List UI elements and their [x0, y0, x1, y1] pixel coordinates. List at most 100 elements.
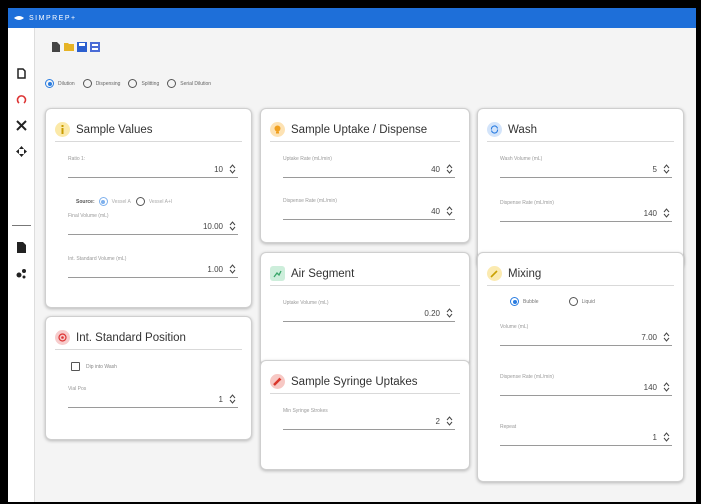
new-file-icon	[52, 41, 60, 52]
save-icon	[77, 41, 87, 52]
toolbar-save-button[interactable]	[77, 41, 87, 52]
syringe-icon	[270, 374, 285, 389]
field-label: Dispense Rate (mL/min)	[283, 198, 337, 204]
toolbar-open-button[interactable]	[64, 41, 74, 52]
field-value: 0.20	[424, 309, 440, 318]
toolbar	[51, 41, 100, 52]
sidebar-divider	[12, 225, 31, 226]
mixing-dispense-rate-field[interactable]: Dispense Rate (mL/min) 140	[500, 373, 672, 396]
mixing-repeat-field[interactable]: Repeat 1	[500, 423, 672, 446]
sidebar	[8, 28, 35, 502]
sidebar-new-file[interactable]	[8, 62, 35, 84]
card-title: Mixing	[508, 267, 542, 280]
min-syringe-strokes-field[interactable]: Min Syringe Strokes 2	[283, 407, 455, 430]
option-label: Bubble	[523, 298, 539, 305]
refresh-icon	[487, 122, 502, 137]
spinner-icon[interactable]	[229, 263, 236, 275]
spinner-icon[interactable]	[663, 431, 670, 443]
toolbar-new-button[interactable]	[51, 41, 61, 52]
card-header: Sample Values	[55, 118, 242, 142]
field-value: 10	[214, 165, 223, 174]
wash-card: Wash Wash Volume (mL) 5 Dispense Rate (m…	[477, 108, 684, 268]
radio-icon	[167, 79, 177, 88]
dip-into-wash-checkbox[interactable]: Dip into Wash	[71, 362, 117, 371]
sample-values-card: Sample Values Ratio 1: 10 Source: Vessel…	[45, 108, 252, 308]
spinner-icon[interactable]	[446, 163, 453, 175]
mode-label: Dilution	[58, 80, 75, 87]
final-volume-field[interactable]: Final Volume (mL) 10.00	[68, 212, 238, 235]
radio-selected-icon[interactable]	[98, 197, 108, 206]
uptake-rate-field[interactable]: Uptake Rate (mL/min) 40	[283, 155, 455, 178]
chart-icon	[270, 266, 285, 281]
open-folder-icon	[64, 43, 74, 51]
field-value: 7.00	[641, 333, 657, 342]
sidebar-document[interactable]	[8, 236, 35, 258]
spinner-icon[interactable]	[446, 307, 453, 319]
field-label: Dispense Rate (mL/min)	[500, 200, 554, 206]
field-label: Vial Pos	[68, 386, 87, 392]
vial-pos-field[interactable]: Vial Pos 1	[68, 385, 238, 408]
loop-icon	[16, 94, 27, 104]
field-label: Wash Volume (mL)	[500, 156, 543, 162]
spinner-icon[interactable]	[663, 381, 670, 393]
spinner-icon[interactable]	[229, 220, 236, 232]
spinner-icon[interactable]	[663, 207, 670, 219]
spinner-icon[interactable]	[663, 163, 670, 175]
option-label: Liquid	[581, 298, 595, 305]
radio-selected-icon	[45, 79, 54, 88]
mixing-card: Mixing Bubble Liquid Volume (mL) 7.00 Di…	[477, 252, 684, 482]
mode-label: Splitting	[141, 80, 160, 87]
sidebar-loop[interactable]	[8, 88, 35, 110]
spinner-icon[interactable]	[663, 331, 670, 343]
field-label: Repeat	[500, 424, 517, 430]
card-title: Sample Values	[76, 123, 153, 136]
spinner-icon[interactable]	[229, 163, 236, 175]
pen-icon	[487, 266, 502, 281]
card-title: Air Segment	[291, 267, 355, 280]
spinner-icon[interactable]	[229, 393, 236, 405]
mixing-bubble-option[interactable]: Bubble	[510, 297, 539, 306]
mode-serial-dilution[interactable]: Serial Dilution	[167, 79, 211, 88]
card-header: Wash	[487, 118, 674, 142]
wash-dispense-rate-field[interactable]: Dispense Rate (mL/min) 140	[500, 199, 672, 222]
field-value: 1.00	[207, 265, 223, 274]
mode-dilution[interactable]: Dilution	[45, 79, 75, 88]
sidebar-molecule[interactable]	[8, 262, 35, 284]
mode-dispensing[interactable]: Dispensing	[82, 79, 121, 88]
spinner-icon[interactable]	[446, 415, 453, 427]
radio-icon[interactable]	[135, 197, 145, 206]
mixing-volume-field[interactable]: Volume (mL) 7.00	[500, 323, 672, 346]
card-header: Sample Uptake / Dispense	[270, 118, 460, 142]
uptake-dispense-rate-field[interactable]: Dispense Rate (mL/min) 40	[283, 197, 455, 220]
radio-icon	[82, 79, 92, 88]
mixing-liquid-option[interactable]: Liquid	[568, 297, 595, 306]
mode-selector: Dilution Dispensing Splitting Serial Dil…	[45, 79, 219, 88]
document-icon	[17, 241, 26, 253]
card-header: Mixing	[487, 262, 674, 286]
source-label: Source:	[76, 198, 95, 205]
toolbar-save-all-button[interactable]	[90, 41, 100, 52]
air-uptake-volume-field[interactable]: Uptake Volume (mL) 0.20	[283, 299, 455, 322]
mode-label: Dispensing	[95, 80, 121, 87]
int-std-volume-field[interactable]: Int. Standard Volume (mL) 1.00	[68, 255, 238, 278]
field-value: 1	[218, 395, 223, 404]
field-value: 1	[652, 433, 657, 442]
field-label: Final Volume (mL)	[68, 213, 109, 219]
field-label: Int. Standard Volume (mL)	[68, 256, 127, 262]
wash-volume-field[interactable]: Wash Volume (mL) 5	[500, 155, 672, 178]
app-logo-icon	[14, 16, 24, 20]
field-label: Min Syringe Strokes	[283, 408, 328, 414]
card-title: Int. Standard Position	[76, 331, 186, 344]
field-value: 40	[431, 165, 440, 174]
source-option-label: Vessel A+I	[148, 198, 173, 205]
field-value: 140	[643, 383, 657, 392]
mode-splitting[interactable]: Splitting	[128, 79, 159, 88]
field-value: 5	[652, 165, 657, 174]
field-value: 40	[431, 207, 440, 216]
molecule-icon	[16, 268, 26, 278]
spinner-icon[interactable]	[446, 205, 453, 217]
sidebar-move[interactable]	[8, 140, 35, 162]
field-value: 10.00	[202, 222, 223, 231]
ratio-field[interactable]: Ratio 1: 10	[68, 155, 238, 178]
sidebar-tools[interactable]	[8, 114, 35, 136]
